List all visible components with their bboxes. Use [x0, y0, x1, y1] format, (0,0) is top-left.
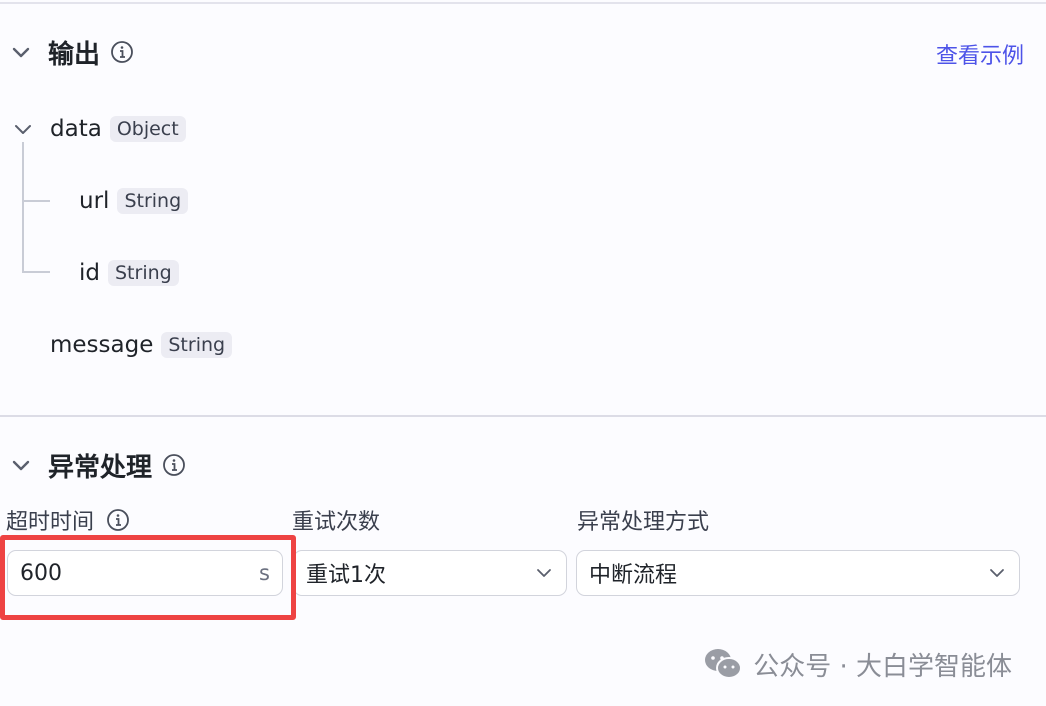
exception-mode-value: 中断流程 [589, 563, 678, 588]
chevron-down-icon[interactable] [534, 563, 554, 583]
highlight-box [0, 535, 296, 620]
type-tag: String [117, 188, 189, 214]
info-icon[interactable] [162, 453, 186, 477]
info-icon[interactable] [110, 40, 134, 64]
chevron-down-icon[interactable] [987, 563, 1007, 583]
output-field-data: data Object [12, 112, 186, 146]
exception-section-header[interactable]: 异常处理 [10, 445, 186, 485]
field-name: id [79, 260, 100, 286]
output-field-url: url String [79, 184, 189, 218]
field-name: url [79, 188, 110, 214]
top-divider [0, 2, 1046, 4]
timeout-label-text: 超时时间 [6, 510, 95, 535]
output-field-id: id String [79, 256, 179, 290]
exception-mode-select[interactable]: 中断流程 [576, 550, 1020, 596]
tree-line-vertical [22, 142, 24, 272]
retry-count-label: 重试次数 [292, 510, 381, 535]
field-name: message [50, 332, 154, 358]
type-tag: String [161, 332, 233, 358]
timeout-label: 超时时间 [6, 505, 130, 535]
type-tag: String [108, 260, 179, 286]
chevron-down-icon[interactable] [12, 118, 36, 140]
exception-mode-label: 异常处理方式 [577, 510, 710, 535]
chevron-down-icon[interactable] [10, 454, 32, 476]
output-section-title: 输出 [48, 39, 101, 70]
info-icon[interactable] [106, 508, 130, 532]
watermark: 公众号 · 大白学智能体 [703, 646, 1012, 682]
tree-line-id [22, 271, 50, 273]
type-tag: Object [109, 116, 186, 142]
field-name: data [50, 116, 102, 142]
section-divider [0, 415, 1046, 417]
output-section-header[interactable]: 输出 [10, 32, 134, 72]
watermark-text: 公众号 · 大白学智能体 [753, 651, 1012, 682]
view-example-link[interactable]: 查看示例 [936, 38, 1024, 70]
chevron-down-icon[interactable] [10, 41, 32, 63]
tree-line-url [22, 200, 50, 202]
output-field-message: message String [50, 328, 233, 362]
exception-section-title: 异常处理 [48, 452, 153, 483]
retry-count-value: 重试1次 [306, 563, 386, 588]
retry-count-select[interactable]: 重试1次 [293, 550, 567, 596]
wechat-icon [703, 647, 743, 681]
